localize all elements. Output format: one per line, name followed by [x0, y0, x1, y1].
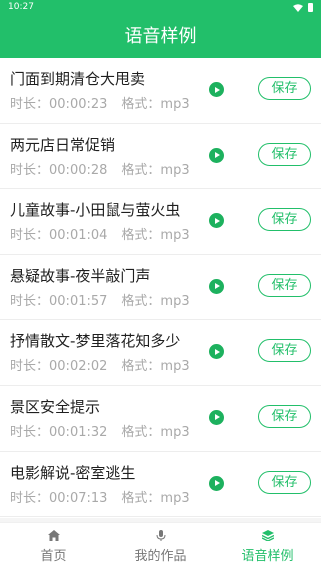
status-time: 10:27	[8, 2, 34, 12]
list-item[interactable]: 电影解说-密室逃生 时长：00:07:13 格式：mp3 保存	[0, 452, 321, 518]
play-icon[interactable]	[209, 344, 224, 360]
format-value: mp3	[160, 424, 190, 440]
sample-list: 门面到期清仓大甩卖 时长：00:00:23 格式：mp3 保存 两元店日常促销 时…	[0, 58, 321, 518]
duration-label: 时长：	[10, 162, 50, 178]
tab-my-works[interactable]: 我的作品	[107, 523, 214, 572]
duration-label: 时长：	[10, 490, 50, 506]
play-icon[interactable]	[209, 409, 224, 425]
format-label: 格式：	[121, 490, 161, 506]
app-header: 语音样例	[0, 16, 321, 58]
tab-voice-samples[interactable]: 语音样例	[214, 523, 321, 572]
item-meta: 时长：00:01:57 格式：mp3	[10, 290, 190, 309]
duration-value: 00:00:28	[49, 162, 108, 178]
item-meta: 时长：00:02:02 格式：mp3	[10, 355, 190, 374]
duration-value: 00:00:23	[49, 97, 108, 112]
save-button[interactable]: 保存	[258, 339, 311, 363]
status-bar: 10:27	[0, 0, 321, 16]
list-item[interactable]: 景区安全提示 时长：00:01:32 格式：mp3 保存	[0, 386, 321, 452]
save-button[interactable]: 保存	[258, 142, 311, 166]
item-title: 两元店日常促销	[10, 135, 116, 154]
save-button[interactable]: 保存	[258, 404, 311, 428]
list-item[interactable]: 悬疑故事-夜半敲门声 时长：00:01:57 格式：mp3 保存	[0, 255, 321, 321]
item-title: 儿童故事-小田鼠与萤火虫	[10, 201, 181, 220]
duration-value: 00:07:13	[49, 490, 108, 506]
list-item[interactable]: 两元店日常促销 时长：00:00:28 格式：mp3 保存	[0, 124, 321, 190]
format-label: 格式：	[121, 293, 161, 309]
format-value: mp3	[160, 359, 190, 375]
save-button[interactable]: 保存	[258, 208, 311, 232]
format-label: 格式：	[121, 359, 161, 375]
item-meta: 时长：00:01:04 格式：mp3	[10, 224, 190, 243]
item-meta: 时长：00:07:13 格式：mp3	[10, 487, 190, 506]
battery-icon	[308, 3, 313, 12]
duration-label: 时长：	[10, 228, 50, 244]
microphone-icon	[156, 530, 165, 541]
tab-label: 首页	[40, 549, 67, 564]
duration-value: 00:01:32	[49, 424, 108, 440]
duration-label: 时长：	[10, 424, 50, 440]
format-value: mp3	[160, 162, 190, 178]
format-label: 格式：	[121, 162, 161, 178]
play-icon[interactable]	[209, 147, 224, 163]
play-icon[interactable]	[209, 278, 224, 294]
list-item[interactable]: 门面到期清仓大甩卖 时长：00:00:23 格式：mp3 保存	[0, 58, 321, 124]
item-title: 景区安全提示	[10, 397, 101, 416]
tab-label: 我的作品	[134, 549, 187, 564]
format-value: mp3	[160, 293, 190, 309]
item-meta: 时长：00:00:28 格式：mp3	[10, 159, 190, 178]
status-icons	[293, 3, 313, 12]
item-meta: 时长：00:00:23 格式：mp3	[10, 93, 190, 112]
duration-value: 00:01:04	[49, 228, 108, 244]
bottom-tab-bar: 首页 我的作品 语音样例	[0, 522, 321, 572]
format-label: 格式：	[121, 228, 161, 244]
format-value: mp3	[160, 97, 190, 112]
save-button[interactable]: 保存	[258, 470, 311, 494]
play-icon[interactable]	[209, 82, 224, 97]
tab-home[interactable]: 首页	[0, 523, 107, 572]
duration-value: 00:01:57	[49, 293, 108, 309]
item-title: 抒情散文-梦里落花知多少	[10, 332, 181, 351]
page-title: 语音样例	[124, 26, 197, 47]
list-item[interactable]: 儿童故事-小田鼠与萤火虫 时长：00:01:04 格式：mp3 保存	[0, 189, 321, 255]
tab-label: 语音样例	[241, 549, 294, 564]
duration-label: 时长：	[10, 359, 50, 375]
play-icon[interactable]	[209, 213, 224, 229]
home-icon	[47, 530, 60, 541]
format-value: mp3	[160, 490, 190, 506]
item-meta: 时长：00:01:32 格式：mp3	[10, 421, 190, 440]
save-button[interactable]: 保存	[258, 273, 311, 297]
wifi-icon	[293, 3, 303, 12]
item-title: 电影解说-密室逃生	[10, 463, 136, 482]
layers-icon	[261, 530, 274, 541]
play-icon[interactable]	[209, 475, 224, 491]
save-button[interactable]: 保存	[258, 77, 311, 100]
item-title: 悬疑故事-夜半敲门声	[10, 266, 151, 285]
list-item[interactable]: 抒情散文-梦里落花知多少 时长：00:02:02 格式：mp3 保存	[0, 320, 321, 386]
format-label: 格式：	[121, 424, 161, 440]
duration-value: 00:02:02	[49, 359, 108, 375]
duration-label: 时长：	[10, 293, 50, 309]
item-title: 门面到期清仓大甩卖	[10, 70, 146, 88]
duration-label: 时长：	[10, 97, 50, 112]
format-value: mp3	[160, 228, 190, 244]
format-label: 格式：	[121, 97, 161, 112]
